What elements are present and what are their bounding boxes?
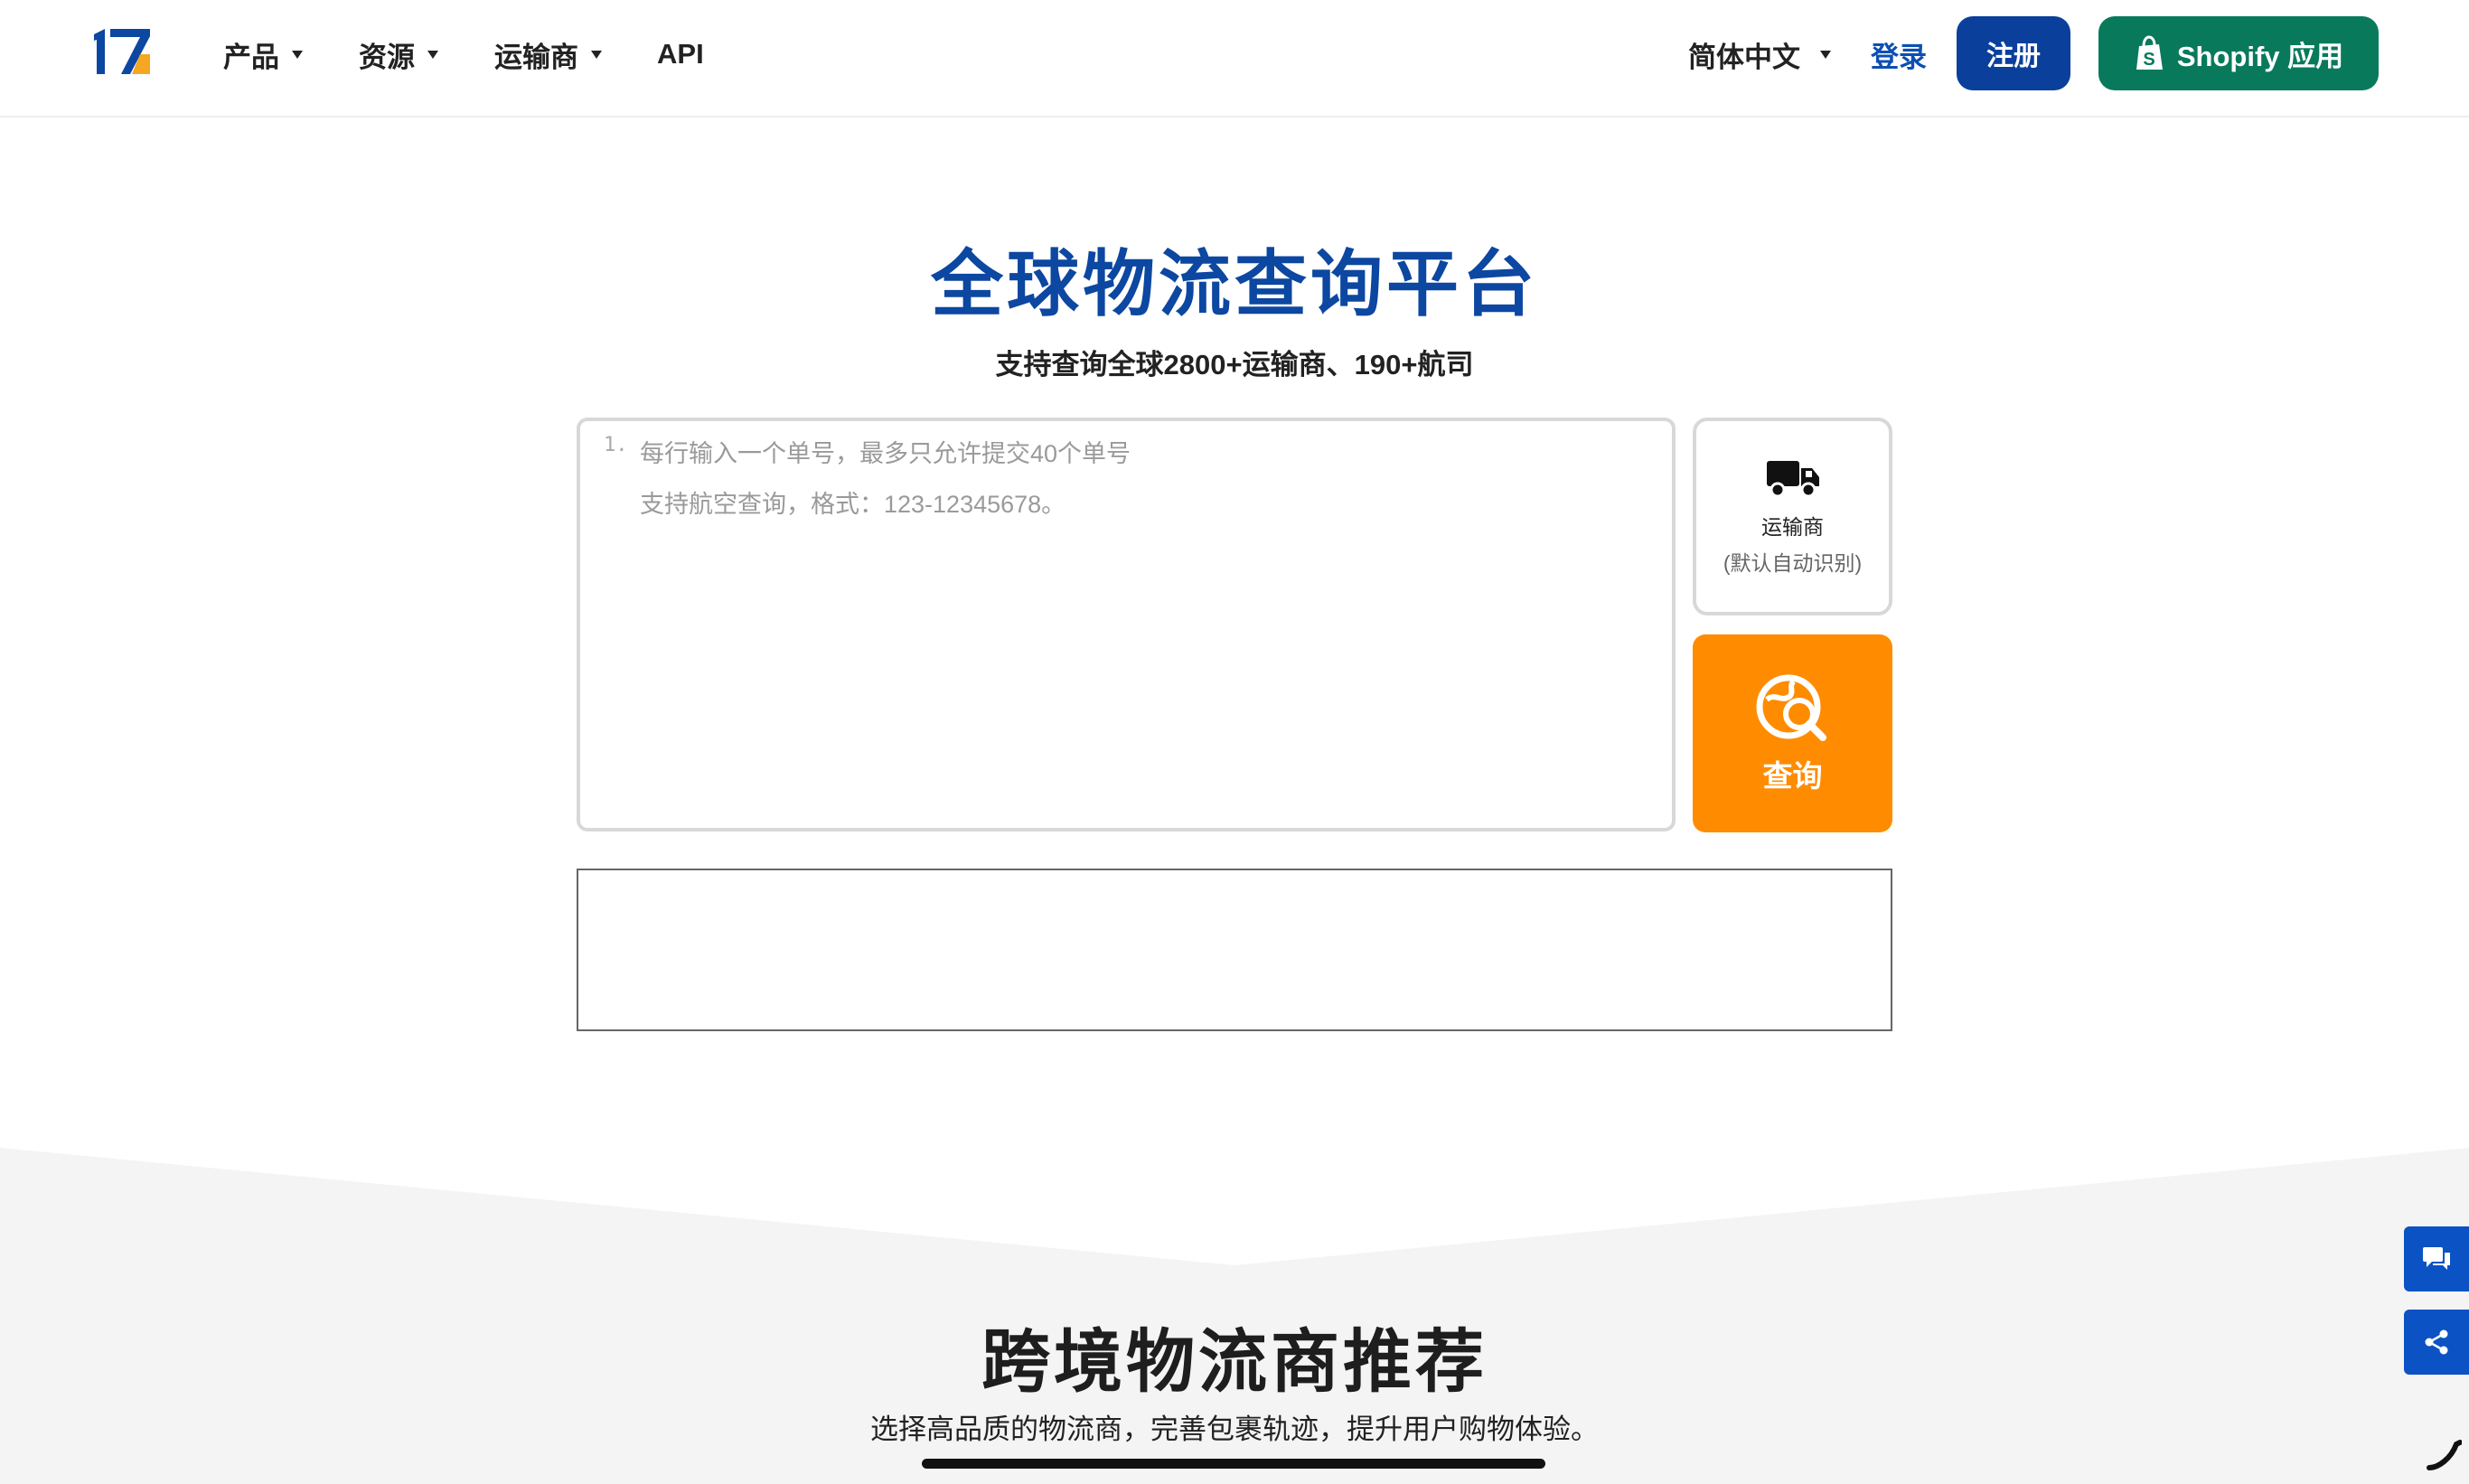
chat-button[interactable] (2404, 1226, 2469, 1291)
placeholder-line-1: 每行输入一个单号，最多只允许提交40个单号 (640, 440, 1131, 467)
placeholder-line-2: 支持航空查询，格式：123-12345678。 (640, 491, 1066, 518)
share-button[interactable] (2404, 1310, 2469, 1375)
nav-api[interactable]: API (657, 36, 704, 72)
share-icon (2425, 1329, 2448, 1355)
page-subtitle: 支持查询全球2800+运输商、190+航司 (995, 349, 1474, 380)
nav-products[interactable]: 产品 (223, 36, 303, 73)
chevron-down-icon (1820, 50, 1831, 59)
login-link[interactable]: 登录 (1871, 36, 1927, 73)
logo-17[interactable] (90, 27, 154, 78)
language-selector[interactable]: 简体中文 (1688, 36, 1831, 73)
nav-resources[interactable]: 资源 (359, 36, 438, 73)
top-navbar: 产品 资源 运输商 API 简体中文 登录 注册 S Shopify 应用 (0, 0, 2469, 117)
search-label: 查询 (1762, 758, 1823, 793)
home-indicator (922, 1459, 1545, 1469)
tracking-number-input[interactable]: 1. 每行输入一个单号，最多只允许提交40个单号 支持航空查询，格式：123-1… (577, 418, 1676, 831)
phone-icon[interactable] (2426, 1439, 2462, 1471)
shopify-app-label: Shopify 应用 (2176, 40, 2344, 72)
line-number: 1. (604, 434, 628, 456)
chevron-down-icon (591, 50, 602, 59)
shopify-app-button[interactable]: S Shopify 应用 (2098, 16, 2379, 90)
carrier-hint: (默认自动识别) (1723, 550, 1863, 575)
content-placeholder-box (577, 869, 1892, 1031)
register-button[interactable]: 注册 (1957, 16, 2070, 90)
page-title: 全球物流查询平台 (931, 244, 1538, 324)
nav-carriers[interactable]: 运输商 (494, 36, 602, 73)
section-title: 跨境物流商推荐 (981, 1324, 1488, 1401)
chevron-down-icon (292, 50, 303, 59)
chat-icon (2423, 1247, 2450, 1270)
shopify-bag-icon: S (2136, 35, 2163, 70)
carrier-label: 运输商 (1761, 514, 1824, 539)
nav-carriers-label: 运输商 (494, 41, 578, 73)
nav-resources-label: 资源 (359, 41, 415, 73)
section-subtitle: 选择高品质的物流商，完善包裹轨迹，提升用户购物体验。 (870, 1414, 1599, 1445)
chevron-down-icon (427, 50, 438, 59)
language-label: 简体中文 (1688, 41, 1800, 73)
carrier-selector-button[interactable]: 运输商 (默认自动识别) (1693, 418, 1892, 615)
nav-products-label: 产品 (223, 41, 279, 73)
search-button[interactable]: 查询 (1693, 634, 1892, 832)
search-globe-icon (1756, 674, 1826, 741)
nav-api-label: API (657, 38, 704, 70)
svg-text:S: S (2143, 50, 2155, 70)
truck-icon (1766, 460, 1819, 497)
